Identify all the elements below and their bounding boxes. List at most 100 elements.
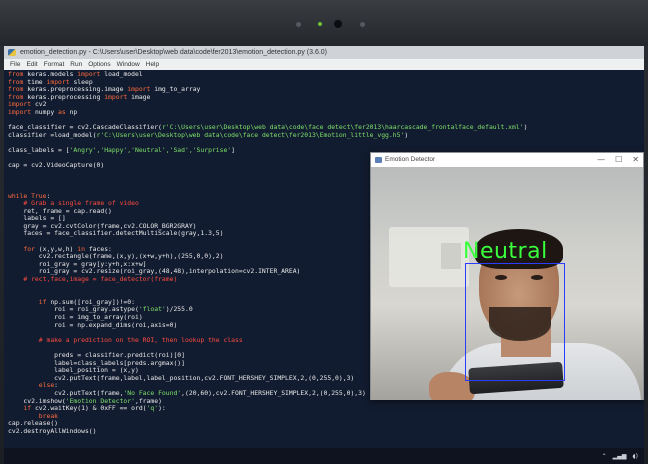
- minimize-button[interactable]: —: [597, 153, 605, 167]
- code-token: labels = []: [8, 215, 66, 223]
- menu-help[interactable]: Help: [146, 59, 159, 70]
- code-token: roi = np.expand_dims(roi,axis=0): [8, 321, 178, 329]
- code-token: as: [58, 108, 70, 116]
- emotion-label: Neutral: [463, 239, 548, 264]
- code-token: if: [8, 298, 51, 306]
- code-token: else: [8, 382, 55, 390]
- code-token: import: [77, 71, 105, 78]
- system-tray: ⌃ ▂▄▆ ◖): [602, 448, 638, 464]
- code-token: import: [8, 101, 35, 109]
- code-line: import numpy as np: [8, 109, 644, 117]
- code-token: from: [8, 86, 28, 94]
- code-line: break: [8, 413, 644, 421]
- code-token: import: [127, 86, 155, 94]
- code-token: roi_gray = gray[y:y+h,x:x+w]: [8, 260, 147, 268]
- code-token: cv2.destroyAllWindows(): [8, 427, 97, 435]
- background-switch: [441, 243, 461, 269]
- code-token: time: [27, 78, 47, 86]
- code-token: keras.models: [27, 71, 78, 78]
- camera-led: [318, 22, 322, 26]
- code-line: if cv2.waitKey(1) & 0xFF == ord('q'):: [8, 405, 644, 413]
- code-token: )/255.0: [165, 306, 193, 314]
- code-line: face_classifier = cv2.CascadeClassifier(…: [8, 124, 644, 132]
- sensor-dot: [360, 22, 365, 27]
- code-token: (x,y,w,h): [38, 245, 78, 253]
- code-token: ret, frame = cap.read(): [8, 207, 112, 215]
- code-token: cap = cv2.VideoCapture(0): [8, 162, 105, 170]
- code-token: np.sum([roi_gray])!=0:: [50, 298, 135, 306]
- editor-title: emotion_detection.py - C:\Users\user\Des…: [20, 49, 328, 56]
- menu-file[interactable]: File: [10, 59, 20, 70]
- code-token: cap.release(): [8, 420, 59, 428]
- code-token: gray = cv2.cvtColor(frame,cv2.COLOR_BGR2…: [8, 222, 197, 230]
- menu-format[interactable]: Format: [44, 59, 65, 70]
- code-token: roi = roi_gray.astype(: [8, 306, 139, 314]
- code-token: in: [77, 245, 89, 253]
- code-token: class_labels = [: [8, 146, 70, 154]
- code-token: label_position = (x,y): [8, 367, 139, 375]
- tray-network-icon[interactable]: ▂▄▆: [613, 453, 627, 460]
- code-token: label=class_labels[preds.argmax()]: [8, 359, 185, 367]
- code-token: r'C:\Users\user\Desktop\web data\code\fa…: [96, 131, 405, 139]
- code-token: image: [131, 93, 151, 101]
- code-token: while True: [8, 192, 47, 200]
- code-line: cap.release(): [8, 420, 644, 428]
- code-token: keras.preprocessing: [27, 93, 105, 101]
- code-token: face_classifier = cv2.CascadeClassifier(: [8, 124, 162, 132]
- code-token: # rect,face,image = face_detector(frame): [8, 276, 178, 284]
- code-token: import: [46, 78, 74, 86]
- code-line: from keras.preprocessing import image: [8, 94, 644, 102]
- menu-edit[interactable]: Edit: [26, 59, 37, 70]
- code-token: roi = img_to_array(roi): [8, 314, 143, 321]
- code-token: cv2.imshow(: [8, 397, 66, 405]
- code-token: if: [8, 405, 35, 413]
- code-line: import cv2: [8, 101, 644, 109]
- emotion-detector-window: Emotion Detector — ☐ ✕ Neutral: [370, 152, 644, 400]
- code-token: numpy: [34, 108, 59, 116]
- code-token: sleep: [73, 78, 93, 86]
- code-token: from: [8, 93, 28, 101]
- camera-bar: [0, 0, 648, 46]
- editor-titlebar[interactable]: emotion_detection.py - C:\Users\user\Des…: [4, 46, 644, 59]
- tray-volume-icon[interactable]: ◖): [632, 453, 638, 460]
- code-line: classifier =load_model(r'C:\Users\user\D…: [8, 132, 644, 140]
- code-token: cv2.putText(frame,label,label_position,c…: [8, 374, 355, 382]
- close-button[interactable]: ✕: [632, 153, 639, 167]
- code-line: from keras.models import load_model: [8, 71, 644, 79]
- code-token: import: [104, 93, 132, 101]
- code-token: cv2.rectangle(frame,(x,y),(x+w,y+h),(255…: [8, 253, 224, 261]
- face-detection-box: [465, 263, 565, 381]
- code-line: from time import sleep: [8, 79, 644, 87]
- code-line: cv2.destroyAllWindows(): [8, 428, 644, 436]
- webcam-feed: Neutral: [371, 167, 643, 400]
- window-controls: — ☐ ✕: [597, 153, 639, 167]
- menu-run[interactable]: Run: [70, 59, 82, 70]
- code-token: ): [523, 124, 528, 132]
- code-token: faces = face_classifier.detectMultiScale…: [8, 230, 224, 238]
- maximize-button[interactable]: ☐: [615, 153, 622, 167]
- code-token: for: [8, 245, 39, 253]
- taskbar: ⌃ ▂▄▆ ◖): [4, 448, 644, 464]
- code-token: cv2.waitKey(1) & 0xFF == ord(: [34, 405, 147, 413]
- code-token: load_model: [104, 71, 143, 78]
- code-token: 'Angry','Happy','Neutral','Sad','Surpris…: [69, 146, 232, 154]
- code-token: break: [8, 412, 59, 420]
- code-line: from keras.preprocessing.image import im…: [8, 86, 644, 94]
- code-token: np: [69, 108, 78, 116]
- python-icon: [8, 49, 16, 56]
- menu-options[interactable]: Options: [88, 59, 110, 70]
- code-token: # Grab a single frame of video: [8, 200, 139, 208]
- webcam-lens: [334, 20, 342, 28]
- window-app-icon: [375, 157, 382, 163]
- code-token: # make a prediction on the ROI, then loo…: [8, 336, 243, 344]
- menu-window[interactable]: Window: [117, 59, 140, 70]
- code-token: cv2.putText(frame,: [8, 389, 124, 397]
- emotion-window-titlebar[interactable]: Emotion Detector — ☐ ✕: [371, 153, 643, 167]
- code-token: ]: [231, 146, 236, 154]
- code-token: img_to_array: [154, 86, 201, 94]
- code-token: ):: [158, 405, 166, 413]
- code-token: 'No Face Found': [123, 389, 182, 397]
- tray-chevron-icon[interactable]: ⌃: [602, 453, 607, 460]
- sensor-dot: [296, 22, 301, 27]
